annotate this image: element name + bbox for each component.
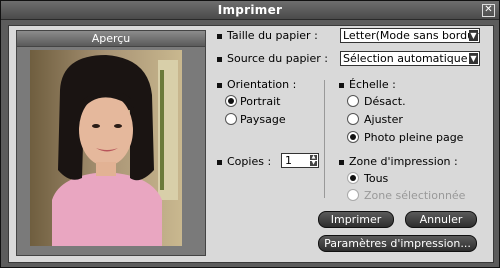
decrement-icon[interactable]: ▼ — [310, 161, 317, 166]
preview-photo — [30, 50, 182, 246]
paper-source-label: Source du papier : — [227, 52, 328, 65]
scale-fit-radio[interactable] — [347, 113, 359, 125]
bullet — [339, 83, 344, 88]
orientation-portrait-label: Portrait — [240, 95, 281, 108]
title-bar: Imprimer ✕ — [1, 1, 499, 20]
copies-label: Copies : — [227, 155, 272, 168]
divider — [324, 80, 325, 198]
print-area-all-label: Tous — [364, 172, 389, 185]
orientation-portrait-radio[interactable] — [225, 95, 237, 107]
print-area-all-radio[interactable] — [347, 172, 359, 184]
close-icon[interactable]: ✕ — [482, 4, 495, 17]
bullet — [217, 160, 222, 165]
scale-off-radio[interactable] — [347, 95, 359, 107]
bullet — [217, 57, 222, 62]
window-title: Imprimer — [217, 3, 283, 17]
bullet — [217, 83, 222, 88]
scale-off-label: Désact. — [364, 95, 406, 108]
orientation-landscape-label: Paysage — [240, 113, 286, 126]
paper-source-value: Sélection automatique — [343, 52, 468, 65]
print-button[interactable]: Imprimer — [318, 211, 394, 228]
print-settings-button[interactable]: Paramètres d'impression... — [318, 235, 477, 252]
chevron-down-icon[interactable]: ▼ — [469, 30, 478, 41]
bullet — [339, 160, 344, 165]
scale-label: Échelle : — [349, 78, 396, 91]
copies-value: 1 — [285, 154, 292, 167]
bullet — [217, 34, 222, 39]
cancel-button[interactable]: Annuler — [405, 211, 477, 228]
paper-size-value: Letter(Mode sans bordure) — [343, 29, 480, 42]
preview-title: Aperçu — [16, 30, 206, 47]
print-area-selection-radio[interactable] — [347, 189, 359, 201]
paper-source-select[interactable]: Sélection automatique ▼ — [340, 51, 480, 66]
orientation-landscape-radio[interactable] — [225, 113, 237, 125]
scale-fullpage-label: Photo pleine page — [364, 131, 464, 144]
chevron-down-icon[interactable]: ▼ — [469, 53, 478, 64]
print-area-selection-label: Zone sélectionnée — [364, 189, 466, 202]
copies-stepper[interactable]: 1 ▲ ▼ — [281, 153, 319, 168]
paper-size-label: Taille du papier : — [227, 29, 318, 42]
paper-size-select[interactable]: Letter(Mode sans bordure) ▼ — [340, 28, 480, 43]
orientation-label: Orientation : — [227, 78, 297, 91]
scale-fullpage-radio[interactable] — [347, 131, 359, 143]
scale-fit-label: Ajuster — [364, 113, 403, 126]
print-area-label: Zone d'impression : — [349, 155, 458, 168]
